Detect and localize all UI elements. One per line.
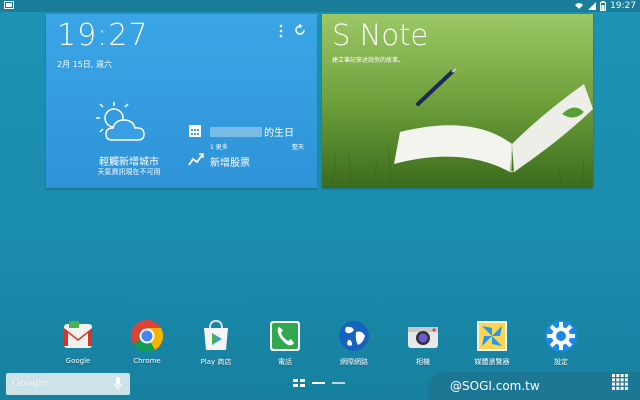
snote-widget[interactable]: S Note 建立筆記來述說你的故事。: [322, 14, 593, 188]
chrome-icon: [131, 320, 164, 352]
app-gallery[interactable]: 媒體瀏覽器: [462, 318, 522, 367]
app-label: 網際網路: [340, 358, 368, 366]
stock-chart-icon: [188, 153, 204, 166]
blurred-event-name: [210, 127, 262, 137]
app-chrome[interactable]: Chrome: [117, 318, 177, 365]
weather-city[interactable]: 輕觸新增城市: [79, 153, 179, 168]
app-label: 相機: [416, 358, 430, 366]
snote-title: S Note: [332, 18, 429, 52]
app-settings[interactable]: 設定: [531, 318, 591, 367]
apps-grid-icon[interactable]: [612, 374, 628, 390]
weather-status: 天氣資訊現在不可用: [97, 168, 161, 176]
app-label: 媒體瀏覽器: [474, 358, 510, 366]
calendar-icon: [189, 125, 201, 137]
screenshot-notification-icon: [4, 1, 14, 9]
app-label: Play 商店: [200, 358, 232, 366]
watermark: @SOGI.com.tw: [428, 372, 640, 400]
calendar-more: 1 更多: [210, 144, 228, 151]
play-store-icon: [204, 319, 228, 350]
battery-icon: [600, 1, 607, 11]
watermark-text: @SOGI.com.tw: [450, 379, 540, 393]
microphone-icon[interactable]: [114, 377, 122, 391]
settings-gear-icon: [545, 320, 577, 352]
app-internet[interactable]: 網際網路: [324, 318, 384, 367]
wifi-icon: [575, 3, 584, 9]
phone-icon: [270, 321, 300, 351]
page-indicator[interactable]: [293, 379, 345, 387]
app-google[interactable]: Google: [48, 318, 108, 365]
app-label: 電話: [278, 358, 292, 366]
app-play-store[interactable]: Play 商店: [186, 318, 246, 367]
gallery-icon: [477, 321, 507, 351]
gmail-icon: [64, 321, 92, 348]
page-dot[interactable]: [332, 382, 345, 384]
calendar-when: 整天: [292, 144, 305, 151]
status-bar: 19:27: [0, 0, 640, 12]
app-label: Google: [65, 357, 91, 365]
app-camera[interactable]: 相機: [393, 318, 453, 367]
google-logo: Google: [12, 378, 48, 389]
refresh-icon[interactable]: [293, 23, 307, 37]
google-search-bar[interactable]: Google: [6, 373, 130, 395]
home-pages-icon[interactable]: [293, 379, 305, 387]
more-options-icon[interactable]: [279, 24, 283, 38]
camera-icon: [408, 327, 438, 348]
app-label: 設定: [554, 358, 568, 366]
add-stock-link[interactable]: 新增股票: [210, 154, 250, 169]
app-phone[interactable]: 電話: [255, 318, 315, 367]
page-dot-active[interactable]: [312, 382, 325, 384]
status-time: 19:27: [610, 1, 636, 11]
app-dock: Google Chrome Play 商店 電話 網際網路 相機 媒體瀏覽器 設…: [0, 318, 640, 370]
app-label: Chrome: [133, 357, 161, 365]
internet-globe-icon: [339, 321, 369, 351]
clock-weather-widget[interactable]: 19:27 2月 15日, 週六 輕觸新增城市 天氣資訊現在不可用 的生日 1 …: [46, 14, 317, 188]
signal-icon: [588, 2, 597, 10]
snote-subtitle: 建立筆記來述說你的故事。: [332, 57, 405, 64]
calendar-event-title[interactable]: 的生日: [264, 124, 294, 139]
clock-date: 2月 15日, 週六: [57, 60, 112, 69]
partly-cloudy-icon[interactable]: [92, 100, 156, 148]
clock-time: 19:27: [57, 18, 149, 53]
